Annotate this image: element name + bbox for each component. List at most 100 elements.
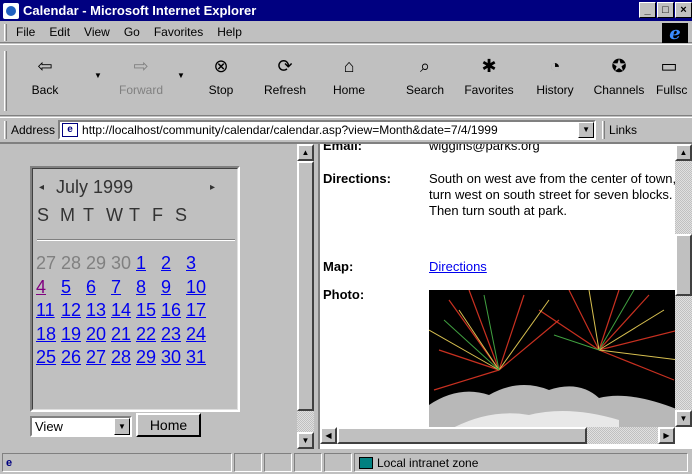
stop-button[interactable]: ⊗ Stop [192,51,250,111]
home-toolbar-button[interactable]: ⌂ Home [321,51,377,111]
forward-dropdown-icon[interactable]: ▼ [177,71,185,80]
close-button[interactable]: × [675,2,692,18]
calendar-day-link[interactable]: 5 [61,277,86,301]
address-bar: Address e http://localhost/community/cal… [0,117,692,141]
title-bar[interactable]: Calendar - Microsoft Internet Explorer _… [0,0,692,21]
calendar-day-link[interactable]: 31 [186,347,211,371]
menu-favorites[interactable]: Favorites [149,25,212,39]
menu-view[interactable]: View [79,25,119,39]
calendar-day-link[interactable]: 27 [86,347,111,371]
detail-vertical-scrollbar[interactable]: ▲ ▼ [675,144,692,427]
calendar-day-link[interactable]: 25 [36,347,61,371]
address-input[interactable]: e http://localhost/community/calendar/ca… [58,119,597,140]
month-calendar: ◂ July 1999 ▸ S M T W T F S 27 28 29 30 … [30,166,240,412]
calendar-day-link[interactable]: 19 [61,324,86,348]
calendar-day-link[interactable]: 29 [136,347,161,371]
menu-edit[interactable]: Edit [44,25,79,39]
toolbar-grip[interactable] [4,51,7,111]
scroll-up-button[interactable]: ▲ [297,144,314,161]
calendar-day-other-month: 28 [61,253,82,273]
calendar-day-link[interactable]: 8 [136,277,161,301]
calendar-day-link[interactable]: 14 [111,300,136,324]
scroll-down-button[interactable]: ▼ [297,432,314,449]
view-dropdown-icon[interactable]: ▼ [114,418,130,435]
calendar-day-link[interactable]: 17 [186,300,211,324]
refresh-button[interactable]: ⟳ Refresh [254,51,316,111]
menu-grip[interactable] [4,23,7,41]
calendar-day-link[interactable]: 10 [186,277,211,301]
status-panel-5 [324,453,352,472]
scroll-thumb[interactable] [297,161,314,411]
channels-button[interactable]: ✪ Channels [588,51,650,111]
calendar-day-link[interactable]: 16 [161,300,186,324]
calendar-day-link[interactable]: 3 [186,253,211,277]
ie-app-icon[interactable] [3,2,19,19]
menu-file[interactable]: File [11,25,44,39]
horizontal-scroll-thumb[interactable] [337,427,587,444]
calendar-day-link[interactable]: 7 [111,277,136,301]
history-button[interactable]: ◔ History [527,51,583,111]
calendar-day-link[interactable]: 23 [161,324,186,348]
calendar-day-link[interactable]: 1 [136,253,161,277]
calendar-vertical-scrollbar[interactable]: ▲ ▼ [297,144,314,449]
view-select-value: View [35,419,63,434]
view-select[interactable]: View ▼ [30,416,132,437]
calendar-day-link[interactable]: 12 [61,300,86,324]
detail-scroll-up-button[interactable]: ▲ [675,144,692,161]
links-grip[interactable] [602,120,606,139]
next-month-icon[interactable]: ▸ [210,182,215,193]
status-panel-4 [294,453,322,472]
calendar-day-link[interactable]: 11 [36,300,61,324]
refresh-label: Refresh [263,83,307,97]
forward-button[interactable]: ⇨ Forward [110,51,172,111]
menu-help[interactable]: Help [212,25,251,39]
calendar-day-link[interactable]: 24 [186,324,211,348]
menu-go[interactable]: Go [119,25,149,39]
search-icon: ⌕ [419,55,431,76]
calendar-day-link[interactable]: 15 [136,300,161,324]
calendar-day-link[interactable]: 22 [136,324,161,348]
down-arrow-icon: ▼ [301,436,310,445]
minimize-button[interactable]: _ [639,2,656,18]
maximize-button[interactable]: □ [657,2,674,18]
calendar-week-row: 4 5 6 7 8 9 10 [36,277,241,301]
detail-scroll-down-button[interactable]: ▼ [675,410,692,427]
address-grip[interactable] [4,120,7,139]
email-label: Email: [323,144,363,153]
calendar-day-link[interactable]: 6 [86,277,111,301]
calendar-home-button[interactable]: Home [136,413,201,437]
forward-arrow-icon: ⇨ [133,55,149,76]
calendar-day-link[interactable]: 30 [161,347,186,371]
address-url[interactable]: http://localhost/community/calendar/cale… [82,123,498,137]
address-dropdown-icon[interactable]: ▼ [578,121,595,138]
links-button[interactable]: Links [609,123,637,137]
favorites-button[interactable]: ✱ Favorites [458,51,520,111]
scroll-right-button[interactable]: ▶ [658,427,675,444]
fullscreen-label: Fullsc [656,83,688,97]
calendar-day-link[interactable]: 2 [161,253,186,277]
right-arrow-icon: ▶ [663,431,670,440]
prev-month-icon[interactable]: ◂ [39,182,44,193]
calendar-day-link[interactable]: 28 [111,347,136,371]
back-dropdown-icon[interactable]: ▼ [94,71,102,80]
calendar-day-link[interactable]: 13 [86,300,111,324]
favorites-label: Favorites [464,83,514,97]
fullscreen-button[interactable]: ▭ Fullsc [656,51,692,111]
calendar-day-link[interactable]: 9 [161,277,186,301]
calendar-day-link[interactable]: 18 [36,324,61,348]
search-button[interactable]: ⌕ Search [397,51,453,111]
calendar-day-link[interactable]: 20 [86,324,111,348]
back-button[interactable]: ⇦ Back [12,51,78,111]
detail-scroll-thumb[interactable] [675,234,692,296]
map-directions-link[interactable]: Directions [429,259,487,274]
calendar-week-row: 27 28 29 30 1 2 3 [36,253,241,277]
detail-horizontal-scrollbar[interactable]: ◀ ▶ [320,427,675,444]
scroll-left-button[interactable]: ◀ [320,427,337,444]
calendar-day-link[interactable]: 4 [36,277,61,301]
channels-icon: ✪ [611,55,627,76]
calendar-day-link[interactable]: 21 [111,324,136,348]
calendar-frame: ◂ July 1999 ▸ S M T W T F S 27 28 29 30 … [0,144,316,449]
zone-label: Local intranet zone [377,455,479,470]
home-icon: ⌂ [343,55,355,76]
calendar-day-link[interactable]: 26 [61,347,86,371]
